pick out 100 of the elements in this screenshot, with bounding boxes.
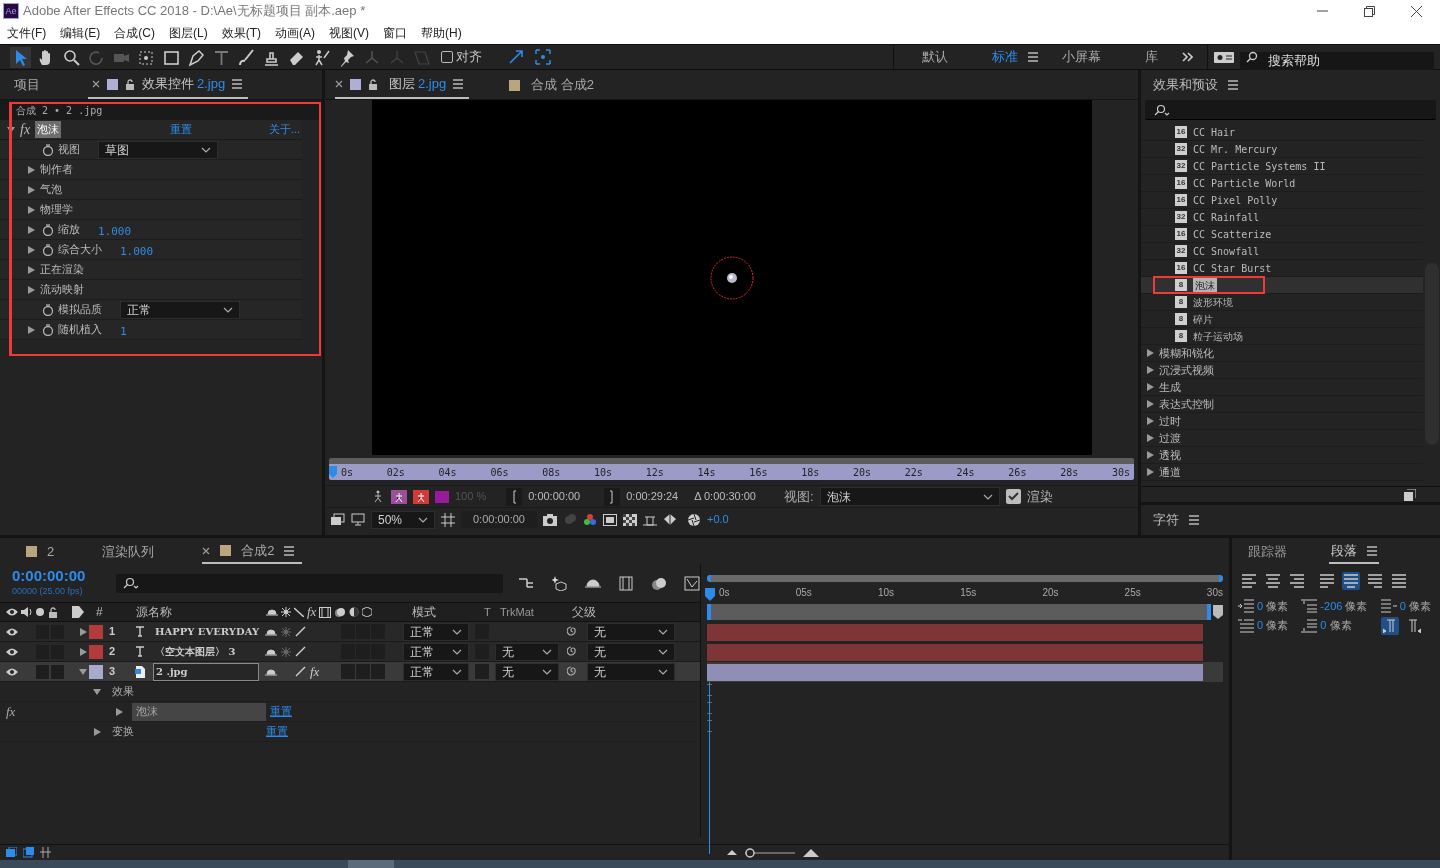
property-value[interactable]: 1.000	[120, 244, 154, 258]
menu-item[interactable]: 合成(C)	[114, 24, 155, 42]
frame-blend-icon[interactable]	[618, 575, 634, 591]
effect-name[interactable]: 泡沫	[132, 702, 266, 721]
close-icon[interactable]	[1411, 5, 1422, 17]
shy-icon[interactable]	[585, 576, 601, 590]
pick-whip-icon[interactable]	[567, 645, 579, 658]
menu-icon[interactable]	[232, 79, 243, 89]
menu-item[interactable]: 帮助(H)	[421, 24, 462, 42]
stopwatch-icon[interactable]	[42, 323, 54, 336]
effect-item[interactable]: 16 CC Scatterize	[1141, 226, 1423, 243]
label-swatch[interactable]	[89, 664, 103, 679]
new-folder-icon[interactable]	[1404, 488, 1416, 501]
panel-tab[interactable]: 项目	[14, 71, 46, 99]
expand-arrow-icon[interactable]	[78, 626, 88, 637]
quality-icon[interactable]	[295, 666, 306, 677]
shy-icon[interactable]	[266, 607, 278, 617]
menu-icon[interactable]	[1189, 515, 1199, 525]
current-time[interactable]: 0:00:00:00	[461, 511, 537, 528]
brush-icon[interactable]	[237, 47, 256, 67]
workspace-tab[interactable]: 库	[1145, 47, 1158, 67]
panel-tab[interactable]: 2	[26, 539, 63, 564]
switch-toggle[interactable]	[51, 664, 64, 679]
exposure-value[interactable]: +0.0	[707, 511, 729, 528]
menu-icon[interactable]	[284, 545, 295, 556]
effect-item[interactable]: 8 碎片	[1141, 311, 1423, 328]
quality-icon[interactable]	[294, 607, 304, 617]
eye-icon[interactable]	[6, 607, 18, 617]
column-header[interactable]: #	[96, 603, 136, 621]
in-point-icon[interactable]	[506, 487, 523, 506]
effect-item[interactable]: 8 粒子运动场	[1141, 328, 1423, 345]
snap-checkbox[interactable]	[441, 51, 453, 63]
rgb-channels-icon[interactable]	[583, 513, 597, 526]
align-button[interactable]	[1366, 572, 1384, 590]
stopwatch-icon[interactable]	[42, 223, 54, 236]
category-item[interactable]: 表达式控制	[1141, 396, 1423, 413]
fx-badge[interactable]: fx	[20, 119, 31, 140]
paragraph-value[interactable]: 0 像素	[1257, 598, 1289, 615]
out-point-icon[interactable]	[604, 487, 621, 506]
paragraph-value[interactable]: 0 像素	[1320, 617, 1352, 634]
stopwatch-icon[interactable]	[42, 303, 54, 316]
label-icon[interactable]	[72, 606, 84, 618]
stretch-icon[interactable]	[40, 847, 51, 858]
align-button[interactable]	[1288, 572, 1306, 590]
close-icon[interactable]	[92, 80, 100, 88]
panel-title[interactable]: 效果和预设	[1153, 75, 1218, 95]
preview-frames-icon[interactable]	[330, 513, 345, 526]
expand-arrow-icon[interactable]	[26, 324, 36, 335]
lock-icon[interactable]	[48, 606, 58, 618]
expand-arrow-icon[interactable]	[26, 244, 36, 255]
effect-column-header[interactable]: fx	[307, 602, 317, 622]
expand-arrow-icon[interactable]	[26, 204, 36, 215]
zoom-out-icon[interactable]	[727, 849, 737, 856]
column-header[interactable]: T	[484, 603, 500, 621]
label-swatch[interactable]	[89, 624, 103, 639]
menu-icon[interactable]	[1367, 545, 1377, 556]
property-value[interactable]: 1	[120, 324, 127, 338]
paragraph-value[interactable]: 0 像素	[1399, 598, 1431, 615]
search-icon[interactable]	[62, 47, 81, 67]
help-search-field[interactable]: 搜索帮助	[1240, 51, 1434, 70]
puppet-icon[interactable]	[312, 47, 331, 67]
pen-icon[interactable]	[187, 47, 206, 67]
align-button[interactable]	[1240, 572, 1258, 590]
menu-icon[interactable]	[1028, 52, 1038, 62]
lock-icon[interactable]	[368, 78, 378, 90]
layer-row[interactable]: 3 2 .jpg fx 正常 无 无	[0, 662, 700, 682]
parent-dropdown[interactable]: 无	[587, 622, 675, 641]
panel-tab[interactable]: 合成2	[202, 539, 303, 564]
stopwatch-icon[interactable]	[42, 243, 54, 256]
workspace-tab[interactable]: 小屏幕	[1062, 47, 1101, 67]
motion-stop-icon[interactable]	[413, 489, 429, 504]
solo-icon[interactable]	[35, 607, 45, 617]
property-group[interactable]: 变换	[112, 723, 262, 740]
mode-dropdown[interactable]: 正常	[403, 642, 469, 661]
effect-item[interactable]: 32 CC Particle Systems II	[1141, 158, 1423, 175]
expand-arrow-icon[interactable]	[78, 646, 88, 657]
switch-toggle[interactable]	[371, 664, 385, 679]
category-item[interactable]: 过时	[1141, 413, 1423, 430]
label-swatch[interactable]	[89, 644, 103, 659]
menu-item[interactable]: 编辑(E)	[60, 24, 101, 42]
property-value[interactable]: 1.000	[98, 224, 132, 238]
monitor-icon[interactable]	[351, 513, 365, 526]
time-ruler[interactable]: 0s 02s 04s 06s 08s 10s 12s 14s 16s 18s 20s 22s 24s 26s 28s 30s	[329, 458, 1134, 480]
color-chip-icon[interactable]	[435, 490, 449, 503]
layer-bar[interactable]	[707, 663, 1203, 681]
expand-arrow-icon[interactable]	[114, 706, 124, 717]
pick-whip-icon[interactable]	[567, 625, 579, 638]
category-item[interactable]: 沉浸式视频	[1141, 362, 1423, 379]
frame-blend-icon[interactable]	[319, 606, 332, 618]
reset-link[interactable]: 重置	[170, 121, 193, 138]
menu-item[interactable]: 效果(T)	[221, 24, 261, 42]
effects-search-field[interactable]	[1145, 100, 1436, 120]
3d-view-icon[interactable]	[643, 513, 657, 526]
mode-dropdown[interactable]: 正常	[403, 662, 469, 681]
snap-edge-icon[interactable]	[508, 48, 524, 66]
expand-arrow-icon[interactable]	[26, 224, 36, 235]
paragraph-value[interactable]: -206 像素	[1320, 598, 1368, 615]
reset-link[interactable]: 重置	[270, 703, 292, 720]
transparency-grid-icon[interactable]	[623, 513, 637, 526]
out-time[interactable]: 0:00:29:24	[626, 488, 679, 505]
